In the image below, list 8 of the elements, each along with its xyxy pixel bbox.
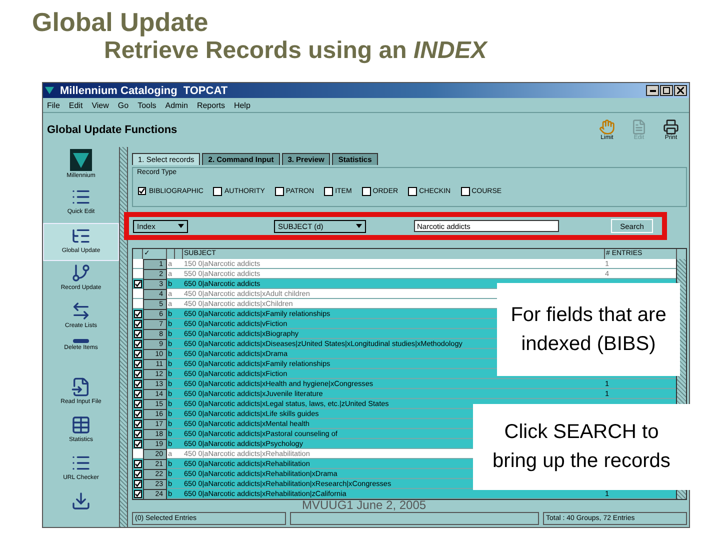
window-title: Millennium Cataloging (60, 84, 178, 96)
slide-title: Global Update (32, 8, 210, 36)
module-name: TOPCAT (183, 84, 228, 96)
callout-tooltip: Click SEARCH to bring up the records (473, 404, 690, 490)
slide-footer: MVUUG1 June 2, 2005 (302, 498, 426, 512)
callout-tooltip: For fields that are indexed (BIBS) (497, 283, 680, 376)
slide-subtitle: Retrieve Records using an INDEX (104, 36, 489, 66)
page-title: Global Update Functions (47, 124, 178, 136)
